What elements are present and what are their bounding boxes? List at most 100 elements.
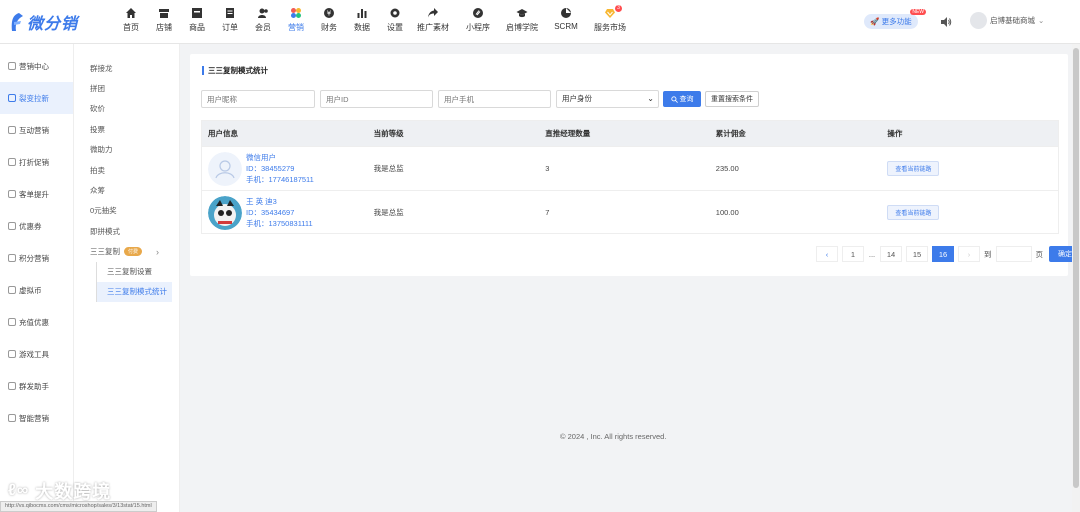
nickname-input[interactable]	[201, 90, 315, 108]
miniapp-icon	[473, 8, 483, 18]
page-ellipsis: ...	[868, 246, 876, 262]
level-cell: 我是总监	[373, 208, 404, 217]
sidebar-item-discount[interactable]: 打折促销	[0, 146, 73, 178]
phone-input[interactable]	[438, 90, 551, 108]
sidebar-item-smart[interactable]: 智能营销	[0, 402, 73, 434]
page-button[interactable]: 1	[842, 246, 864, 262]
stats-table: 用户信息 当前等级 直推经理数量 累计佣金 操作 微信用户 ID：3845527…	[201, 120, 1059, 234]
subnav-item-bargain[interactable]: 砍价	[74, 99, 179, 119]
level-cell: 我是总监	[373, 164, 404, 173]
count-cell: 7	[545, 208, 550, 217]
column-header: 操作	[887, 129, 903, 138]
next-page-button[interactable]: ›	[958, 246, 980, 262]
reset-button[interactable]: 重置搜索条件	[705, 91, 759, 107]
coin-icon	[8, 286, 16, 294]
page-button[interactable]: 15	[906, 246, 928, 262]
send-icon	[8, 382, 16, 390]
market-badge: 3	[615, 5, 622, 12]
commission-cell: 100.00	[715, 208, 739, 217]
points-icon	[8, 254, 16, 262]
subnav-item-free-lottery[interactable]: 0元抽奖	[74, 201, 179, 221]
boost-icon	[8, 190, 16, 198]
sidebar-item-recharge[interactable]: 充值优惠	[0, 306, 73, 338]
subnav-item-333-copy[interactable]: 三三复制 付费 ›	[74, 242, 179, 262]
nav-settings[interactable]: 设置	[375, 6, 415, 38]
recharge-icon	[8, 318, 16, 326]
goto-suffix: 页	[1035, 249, 1044, 259]
search-icon	[670, 95, 678, 103]
finance-icon: ¥	[324, 8, 334, 18]
view-chain-button[interactable]: 查看当前链路	[887, 205, 940, 220]
secondary-sidebar: 群接龙 拼团 砍价 投票 微助力 拍卖 众筹 0元抽奖 即拼模式 三三复制 付费…	[74, 44, 180, 512]
footer-copyright: © 2024 , Inc. All rights reserved.	[560, 432, 667, 441]
nav-scrm[interactable]: SCRM	[546, 6, 586, 38]
marketing-icon	[291, 8, 301, 18]
subnav-item-333-stats[interactable]: 三三复制模式统计	[96, 281, 172, 302]
new-badge: NEW	[910, 9, 926, 15]
search-button[interactable]: 查询	[663, 91, 701, 107]
user-name[interactable]: 王 英 迪3	[246, 196, 313, 207]
subnav-item-group-buy-chain[interactable]: 群接龙	[74, 58, 179, 78]
user-id: ID：35434697	[246, 208, 295, 217]
subnav-item-auction[interactable]: 拍卖	[74, 160, 179, 180]
user-id-input[interactable]	[320, 90, 433, 108]
page-button[interactable]: 14	[880, 246, 902, 262]
column-header: 直推经理数量	[545, 129, 591, 138]
view-chain-button[interactable]: 查看当前链路	[887, 161, 940, 176]
scrollbar-thumb[interactable]	[1073, 48, 1079, 488]
subnav-item-instant-group[interactable]: 即拼模式	[74, 221, 179, 241]
watermark-logo-icon: ℓ∞	[8, 482, 30, 499]
more-functions-button[interactable]: 🚀 更多功能 NEW	[864, 9, 926, 29]
sidebar-item-coupon[interactable]: 优惠券	[0, 210, 73, 242]
goto-page-input[interactable]	[995, 246, 1032, 262]
subnav-item-333-settings[interactable]: 三三复制设置	[96, 261, 172, 282]
table-row: 王 英 迪3 ID：35434697 手机：13750831111 我是总监 7…	[202, 190, 1058, 234]
sidebar-item-order-boost[interactable]: 客单提升	[0, 178, 73, 210]
sidebar-item-interactive[interactable]: 互动营销	[0, 114, 73, 146]
sidebar-item-games[interactable]: 游戏工具	[0, 338, 73, 370]
subnav-item-crowdfund[interactable]: 众筹	[74, 180, 179, 200]
user-phone: 手机：13750831111	[246, 219, 313, 228]
home-icon	[126, 8, 136, 18]
subnav-item-vote[interactable]: 投票	[74, 119, 179, 139]
table-header: 用户信息 当前等级 直推经理数量 累计佣金 操作	[202, 121, 1058, 146]
paid-tag: 付费	[124, 247, 143, 257]
main-card: 三三复制模式统计 用户身份 ⌄ 查询 重置搜索条件 用户信息 当前等级 直推经理…	[190, 54, 1080, 276]
avatar	[208, 151, 242, 186]
nav-service-market[interactable]: 3 服务市场	[590, 5, 630, 38]
nav-miniapp[interactable]: 小程序	[458, 6, 498, 38]
brand-logo[interactable]: 微分销	[10, 9, 78, 35]
nav-academy[interactable]: 启博学院	[502, 6, 542, 38]
game-icon	[8, 350, 16, 358]
scrollbar[interactable]	[1072, 44, 1080, 512]
chevron-down-icon: ⌄	[1038, 16, 1045, 25]
settings-icon	[390, 8, 400, 18]
nav-promo-material[interactable]: 推广素材	[413, 6, 453, 38]
data-icon	[357, 9, 367, 18]
member-icon	[258, 8, 268, 18]
column-header: 用户信息	[208, 129, 238, 138]
identity-select[interactable]: 用户身份 ⌄	[556, 90, 659, 108]
prev-page-button[interactable]: ‹	[816, 246, 838, 262]
user-menu[interactable]: 启博基础商城 ⌄	[970, 12, 1044, 29]
column-header: 当前等级	[373, 129, 404, 138]
sidebar-item-fission[interactable]: 裂变拉新	[0, 82, 73, 114]
page-button-current[interactable]: 16	[932, 246, 954, 262]
subnav-item-assist[interactable]: 微助力	[74, 140, 179, 160]
sidebar-item-virtual-coin[interactable]: 虚拟币	[0, 274, 73, 306]
top-bar: 微分销 首页 店铺 商品 订单 会员 营销 ¥ 财务 数据 设置 推广素材 小程…	[0, 0, 1080, 44]
sidebar-item-mass-send[interactable]: 群发助手	[0, 370, 73, 402]
sidebar-item-points[interactable]: 积分营销	[0, 242, 73, 274]
academy-icon	[516, 9, 528, 18]
count-cell: 3	[545, 164, 550, 173]
coupon-icon	[8, 222, 16, 230]
subnav-item-group[interactable]: 拼团	[74, 78, 179, 98]
rocket-icon: 🚀	[870, 17, 880, 26]
table-row: 微信用户 ID：38455279 手机：17746187511 我是总监 3 2…	[202, 146, 1058, 190]
avatar	[970, 12, 987, 29]
share-icon	[428, 8, 438, 18]
user-name[interactable]: 微信用户	[246, 152, 314, 163]
user-id: ID：38455279	[246, 164, 295, 173]
speaker-icon[interactable]	[940, 16, 952, 28]
sidebar-item-marketing-center[interactable]: 营销中心	[0, 50, 73, 82]
